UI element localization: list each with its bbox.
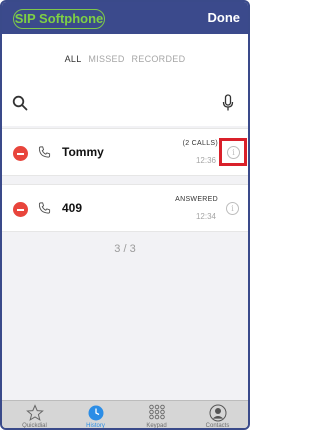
info-icon[interactable]: i xyxy=(227,146,240,159)
search-icon[interactable] xyxy=(12,95,28,111)
filter-all[interactable]: ALL xyxy=(65,54,82,64)
keypad-icon xyxy=(148,404,165,420)
page-indicator: 3 / 3 xyxy=(114,243,136,255)
call-status: (2 CALLS) xyxy=(182,140,218,147)
caller-name: Tommy xyxy=(62,145,104,159)
call-time: 12:36 xyxy=(195,156,216,165)
info-icon[interactable]: i xyxy=(226,202,239,215)
caller-name: 409 xyxy=(62,201,83,215)
tab-label: History xyxy=(86,423,105,429)
call-row[interactable]: 409 ANSWERED 12:34 i xyxy=(2,184,248,232)
app-frame: SIP Softphone Done ALL MISSED RECORDED T… xyxy=(0,0,250,430)
delete-icon[interactable] xyxy=(13,202,28,217)
header-bar: SIP Softphone Done xyxy=(2,2,248,34)
call-time: 12:34 xyxy=(195,212,216,221)
filter-missed[interactable]: MISSED xyxy=(88,54,124,64)
app-title: SIP Softphone xyxy=(13,9,105,29)
tab-history[interactable]: History xyxy=(65,401,126,429)
filter-tabs: ALL MISSED RECORDED xyxy=(2,54,248,64)
contact-icon xyxy=(209,404,226,422)
tab-contacts[interactable]: Contacts xyxy=(187,401,248,429)
phone-icon xyxy=(38,146,51,158)
clock-icon xyxy=(88,405,103,421)
search-bar[interactable] xyxy=(2,90,248,118)
tab-bar: Quickdial History Keypad Contacts xyxy=(2,400,248,429)
tab-label: Contacts xyxy=(205,423,230,429)
call-row[interactable]: Tommy (2 CALLS) 12:36 i xyxy=(2,128,248,176)
tab-quickdial[interactable]: Quickdial xyxy=(4,401,65,429)
tab-keypad[interactable]: Keypad xyxy=(126,401,187,429)
tab-label: Quickdial xyxy=(22,423,47,429)
filter-recorded[interactable]: RECORDED xyxy=(131,54,185,64)
delete-icon[interactable] xyxy=(13,146,28,161)
info-highlight: i xyxy=(219,138,247,166)
star-icon xyxy=(25,404,44,421)
tab-label: Keypad xyxy=(146,423,167,429)
call-status: ANSWERED xyxy=(175,196,218,203)
done-button[interactable]: Done xyxy=(208,10,241,25)
phone-icon xyxy=(38,202,51,214)
microphone-icon[interactable] xyxy=(222,94,234,112)
